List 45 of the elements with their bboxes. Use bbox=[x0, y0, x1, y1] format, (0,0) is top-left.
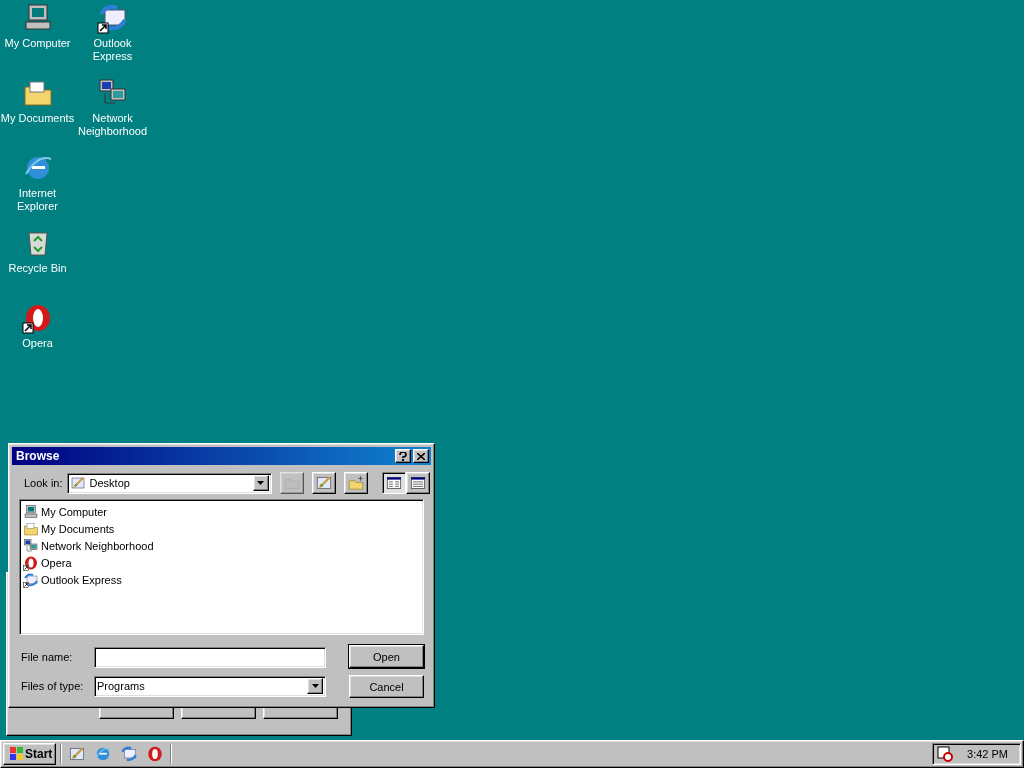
globe-e-icon bbox=[94, 745, 113, 763]
file-name-field[interactable] bbox=[94, 646, 326, 668]
details-view-icon bbox=[408, 474, 427, 492]
file-name-label: File name: bbox=[21, 649, 74, 665]
file-item[interactable]: Network Neighborhood bbox=[41, 539, 154, 552]
scheduler-icon bbox=[937, 746, 954, 762]
dropdown-button[interactable] bbox=[307, 678, 323, 694]
icon-label[interactable]: Outlook Express bbox=[75, 37, 150, 63]
dropdown-value: Desktop bbox=[89, 477, 131, 489]
dialog-button[interactable]: Open bbox=[349, 645, 424, 668]
look-in-label: Look in: bbox=[24, 477, 63, 489]
close-icon bbox=[417, 452, 425, 460]
icon-label[interactable]: Network Neighborhood bbox=[75, 112, 150, 138]
file-type-dropdown[interactable]: Programs bbox=[94, 675, 326, 697]
icon-label[interactable]: Opera bbox=[0, 337, 75, 350]
mail-envelope-icon bbox=[120, 745, 139, 763]
help-icon bbox=[399, 451, 407, 461]
o-ring-icon bbox=[146, 745, 165, 763]
dropdown-button[interactable] bbox=[252, 475, 269, 491]
desktop-pen-icon bbox=[68, 745, 87, 763]
icon-label[interactable]: Recycle Bin bbox=[0, 262, 75, 275]
list-view-icon bbox=[384, 474, 403, 492]
caret-icon bbox=[257, 481, 265, 485]
file-item[interactable]: Outlook Express bbox=[41, 573, 122, 586]
dialog-button[interactable]: Cancel bbox=[349, 675, 424, 698]
help-button[interactable] bbox=[395, 449, 411, 463]
look-in-dropdown[interactable]: Desktop bbox=[66, 472, 272, 494]
file-item[interactable]: My Computer bbox=[41, 505, 108, 518]
new-folder-icon bbox=[346, 474, 365, 492]
file-item[interactable]: My Documents bbox=[41, 522, 115, 535]
icon-label[interactable]: My Computer bbox=[0, 37, 75, 50]
icon-label[interactable]: My Documents bbox=[0, 112, 75, 125]
close-button[interactable] bbox=[413, 449, 429, 463]
clock[interactable]: 3:42 PM bbox=[967, 748, 1008, 760]
window-title: Browse bbox=[16, 449, 61, 463]
windows-logo-icon bbox=[7, 747, 23, 761]
caret-icon bbox=[311, 684, 319, 688]
desktop-pen-icon bbox=[314, 474, 333, 492]
start-button[interactable]: Start bbox=[3, 743, 57, 765]
dropdown-value: Programs bbox=[97, 680, 146, 692]
file-type-label: Files of type: bbox=[21, 678, 85, 694]
file-item[interactable]: Opera bbox=[41, 556, 72, 569]
desktop-pen-icon bbox=[69, 475, 86, 491]
toolbar-button[interactable] bbox=[381, 472, 406, 494]
icon-label[interactable]: Internet Explorer bbox=[0, 187, 75, 213]
